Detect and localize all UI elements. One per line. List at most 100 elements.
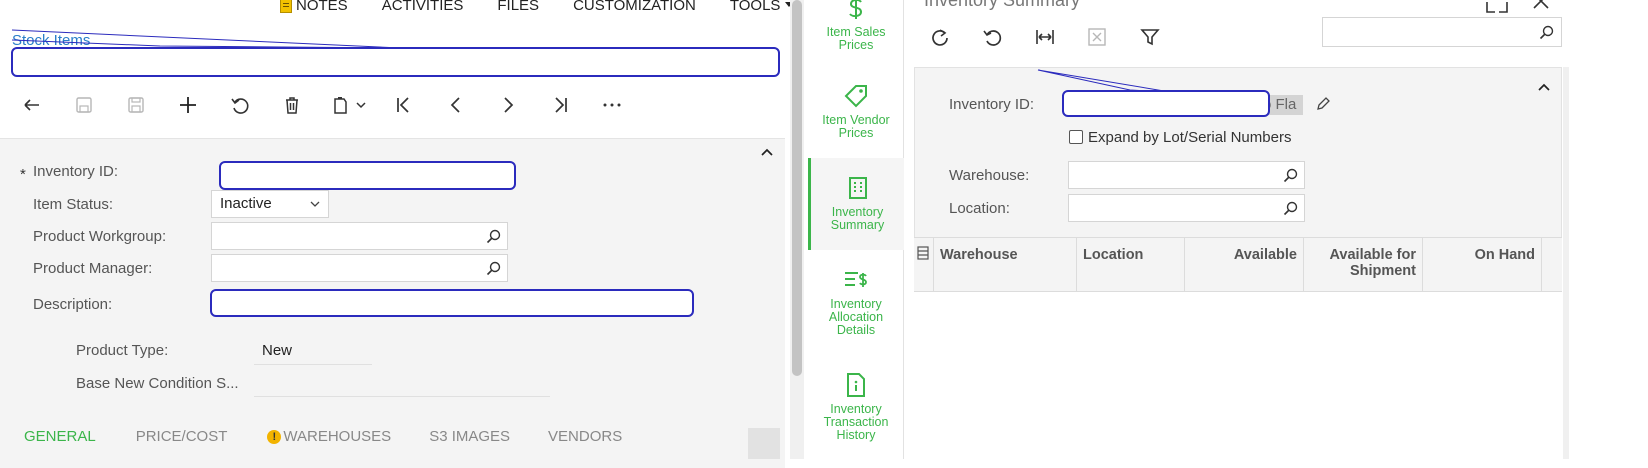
maximize-icon[interactable] bbox=[1486, 0, 1508, 14]
first-icon bbox=[397, 97, 409, 113]
dollar-icon bbox=[849, 0, 863, 19]
product-manager-field[interactable] bbox=[211, 254, 508, 282]
inventory-id-input-redacted[interactable] bbox=[219, 161, 516, 190]
search-icon[interactable] bbox=[1283, 201, 1298, 216]
undo-icon bbox=[983, 30, 1002, 46]
back-button[interactable] bbox=[6, 90, 58, 120]
nav-item-sales-prices[interactable]: Item Sales Prices bbox=[808, 0, 904, 52]
search-icon[interactable] bbox=[486, 229, 501, 244]
close-icon[interactable] bbox=[1532, 0, 1550, 10]
nav-item-sales-prices-line2: Prices bbox=[838, 38, 874, 52]
info-doc-icon bbox=[847, 373, 865, 397]
tab-general[interactable]: GENERAL bbox=[24, 424, 96, 459]
tab-s3-images-label: S3 IMAGES bbox=[429, 428, 511, 445]
grid-body-empty bbox=[914, 292, 1562, 459]
col-on-hand[interactable]: On Hand bbox=[1423, 238, 1542, 293]
item-status-label: Item Status: bbox=[33, 196, 114, 213]
undo-icon bbox=[231, 98, 249, 114]
panel-location-label: Location: bbox=[949, 200, 1010, 217]
base-new-condition-underline bbox=[254, 396, 550, 397]
nav-item-vendor-prices[interactable]: Item Vendor Prices bbox=[808, 82, 904, 140]
panel-location-field[interactable] bbox=[1068, 194, 1305, 222]
chevron-down-icon bbox=[356, 102, 366, 109]
panel-undo-button[interactable] bbox=[972, 22, 1012, 52]
nav-item-allocation-details-line3: Details bbox=[836, 323, 876, 337]
item-status-value: Inactive bbox=[220, 195, 272, 212]
panel-inventory-id-label: Inventory ID: bbox=[949, 96, 1035, 113]
excel-icon bbox=[1088, 28, 1106, 46]
collapse-chevron-up-icon[interactable] bbox=[760, 145, 774, 159]
chevron-down-icon bbox=[310, 201, 320, 207]
related-side-nav: Item Sales Prices Item Vendor Prices Inv… bbox=[808, 0, 904, 459]
save-close-icon bbox=[76, 97, 92, 113]
tab-vendors[interactable]: VENDORS bbox=[548, 424, 622, 459]
tab-general-label: GENERAL bbox=[24, 428, 96, 445]
expand-lot-serial-label: Expand by Lot/Serial Numbers bbox=[1088, 129, 1292, 146]
save-close-button[interactable] bbox=[58, 90, 110, 120]
first-record-button[interactable] bbox=[378, 90, 430, 120]
last-record-button[interactable] bbox=[534, 90, 586, 120]
ellipsis-icon bbox=[603, 103, 621, 107]
search-icon[interactable] bbox=[1283, 168, 1298, 183]
product-manager-label: Product Manager: bbox=[33, 260, 153, 277]
fit-columns-button[interactable] bbox=[1025, 22, 1065, 52]
nav-item-transaction-history-line3: History bbox=[836, 428, 876, 442]
tab-vendors-label: VENDORS bbox=[548, 428, 623, 445]
collapse-chevron-up-icon[interactable] bbox=[1537, 80, 1551, 94]
tab-price-cost[interactable]: PRICE/COST bbox=[136, 424, 228, 459]
nav-item-inventory-summary-line2: Summary bbox=[830, 218, 885, 232]
tab-s3-images[interactable]: S3 IMAGES bbox=[429, 424, 510, 459]
panel-search-input[interactable] bbox=[1322, 17, 1562, 47]
panel-warehouse-field[interactable] bbox=[1068, 161, 1305, 189]
grid-header: Warehouse Location Available Available f… bbox=[914, 237, 1562, 293]
required-mark: * bbox=[20, 166, 26, 183]
tab-warehouses-label: WAREHOUSES bbox=[283, 428, 392, 445]
tag-icon bbox=[844, 85, 867, 108]
form-tabs: GENERAL PRICE/COST ! WAREHOUSES S3 IMAGES… bbox=[0, 424, 785, 459]
column-config-icon[interactable] bbox=[917, 246, 929, 260]
next-record-button[interactable] bbox=[482, 90, 534, 120]
delete-button[interactable] bbox=[266, 90, 318, 120]
more-actions-button[interactable] bbox=[586, 90, 638, 120]
form-toolbar bbox=[6, 90, 638, 120]
clipboard-menu-button[interactable] bbox=[318, 90, 378, 120]
expand-lot-serial-checkbox[interactable] bbox=[1069, 130, 1083, 144]
form-scrollbar-thumb[interactable] bbox=[792, 0, 802, 376]
save-icon bbox=[128, 97, 144, 113]
item-status-select[interactable]: Inactive bbox=[211, 190, 329, 218]
inventory-id-label: Inventory ID: bbox=[33, 163, 119, 180]
tabs-scroll-button[interactable] bbox=[748, 428, 780, 459]
edit-pencil-icon[interactable] bbox=[1315, 96, 1331, 112]
panel-scrollbar[interactable] bbox=[1563, 67, 1569, 459]
product-type-underline bbox=[254, 364, 372, 365]
tab-warehouses[interactable]: ! WAREHOUSES bbox=[267, 424, 391, 459]
col-available-for-shipment[interactable]: Available for Shipment bbox=[1304, 238, 1423, 293]
col-available[interactable]: Available bbox=[1185, 238, 1304, 293]
save-button[interactable] bbox=[110, 90, 162, 120]
product-type-value[interactable]: New bbox=[262, 342, 292, 359]
cancel-button[interactable] bbox=[214, 90, 266, 120]
col-location[interactable]: Location bbox=[1077, 238, 1185, 293]
nav-item-allocation-details[interactable]: Inventory Allocation Details bbox=[808, 266, 904, 337]
refresh-button[interactable] bbox=[920, 22, 960, 52]
fit-width-icon bbox=[1036, 30, 1054, 44]
row-selector-column[interactable] bbox=[914, 238, 934, 293]
nav-item-transaction-history[interactable]: Inventory Transaction History bbox=[808, 371, 904, 442]
export-excel-button[interactable] bbox=[1077, 22, 1117, 52]
search-icon[interactable] bbox=[486, 261, 501, 276]
prev-record-button[interactable] bbox=[430, 90, 482, 120]
add-button[interactable] bbox=[162, 90, 214, 120]
form-scrollbar[interactable] bbox=[790, 0, 804, 459]
panel-inventory-id-input-redacted[interactable] bbox=[1062, 90, 1270, 117]
description-input-redacted[interactable] bbox=[210, 289, 694, 317]
product-type-label: Product Type: bbox=[76, 342, 169, 359]
back-icon bbox=[24, 99, 39, 111]
filter-button[interactable] bbox=[1130, 22, 1170, 52]
search-icon[interactable] bbox=[1539, 25, 1554, 40]
product-workgroup-field[interactable] bbox=[211, 222, 508, 250]
col-warehouse[interactable]: Warehouse bbox=[934, 238, 1077, 293]
stock-items-form-pane: NOTES ACTIVITIES FILES CUSTOMIZATION TOO… bbox=[0, 0, 808, 468]
warning-icon: ! bbox=[267, 430, 282, 444]
plus-icon bbox=[180, 97, 196, 113]
nav-item-inventory-summary[interactable]: Inventory Summary bbox=[808, 158, 904, 250]
